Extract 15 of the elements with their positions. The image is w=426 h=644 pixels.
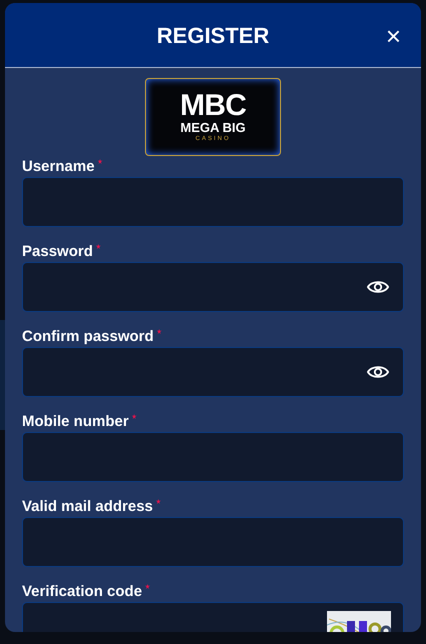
field-label: Confirm password	[22, 328, 154, 346]
input-field[interactable]	[22, 517, 404, 567]
dialog-title: REGISTER	[156, 22, 270, 50]
input-field[interactable]	[22, 432, 404, 482]
field-label: Password	[22, 243, 93, 261]
input-field[interactable]	[22, 262, 404, 312]
close-button[interactable]: ×	[386, 23, 401, 49]
logo-subtitle: MEGA BIG	[180, 121, 246, 135]
field-label: Valid mail address	[22, 498, 153, 516]
input-field[interactable]	[22, 347, 404, 397]
field-label: Verification code	[22, 583, 142, 601]
input-field[interactable]	[22, 177, 404, 227]
logo-title: MBC	[180, 91, 246, 121]
field-label: Mobile number	[22, 413, 129, 431]
field-label: Username	[22, 158, 95, 176]
